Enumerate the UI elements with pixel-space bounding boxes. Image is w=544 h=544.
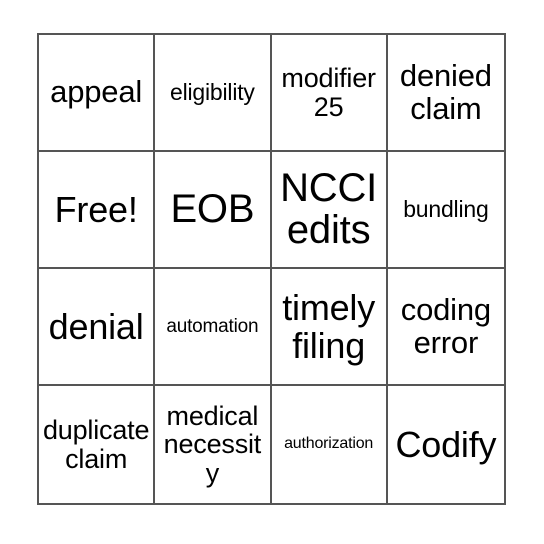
bingo-cell-label: modifier 25 (281, 63, 376, 122)
bingo-cell[interactable]: appeal (39, 35, 156, 152)
bingo-cell-free-space[interactable]: Free! (39, 152, 156, 269)
bingo-cell[interactable]: bundling (387, 152, 504, 269)
bingo-cell-label: duplicate claim (42, 415, 150, 474)
bingo-cell[interactable]: medical necessity (155, 386, 272, 503)
bingo-cell[interactable]: eligibility (155, 35, 272, 152)
bingo-cell[interactable]: Codify (387, 386, 504, 503)
bingo-cell[interactable]: automation (155, 269, 272, 386)
bingo-cell[interactable]: timely filing (271, 269, 388, 386)
bingo-cell[interactable]: modifier 25 (271, 35, 388, 152)
bingo-cell-label: denial (48, 305, 144, 347)
bingo-cell-label: authorization (284, 435, 374, 453)
bingo-cell[interactable]: denial (39, 269, 156, 386)
bingo-cell-label: appeal (50, 74, 143, 110)
bingo-cell[interactable]: EOB (155, 152, 272, 269)
bingo-cell-label: bundling (403, 195, 489, 222)
bingo-card-grid: appeal eligibility modifier 25 denied claim… (37, 33, 506, 505)
bingo-cell-label: medical necessity (163, 401, 262, 488)
bingo-cell-label: EOB (170, 186, 255, 231)
bingo-cell-label: automation (166, 315, 259, 337)
bingo-cell[interactable]: coding error (387, 269, 504, 386)
bingo-cell-label: timely filing (282, 287, 376, 366)
bingo-cell-label: coding error (400, 292, 491, 360)
bingo-cell[interactable]: denied claim (387, 35, 504, 152)
bingo-cell-label: NCCI edits (280, 165, 378, 252)
bingo-cell-label: Free! (54, 188, 138, 230)
bingo-cell-label: denied claim (399, 58, 492, 126)
bingo-cell-label: eligibility (170, 78, 255, 105)
bingo-cell[interactable]: duplicate claim (39, 386, 156, 503)
bingo-cell[interactable]: NCCI edits (271, 152, 388, 269)
bingo-cell[interactable]: authorization (271, 386, 388, 503)
bingo-cell-label: Codify (395, 423, 497, 465)
